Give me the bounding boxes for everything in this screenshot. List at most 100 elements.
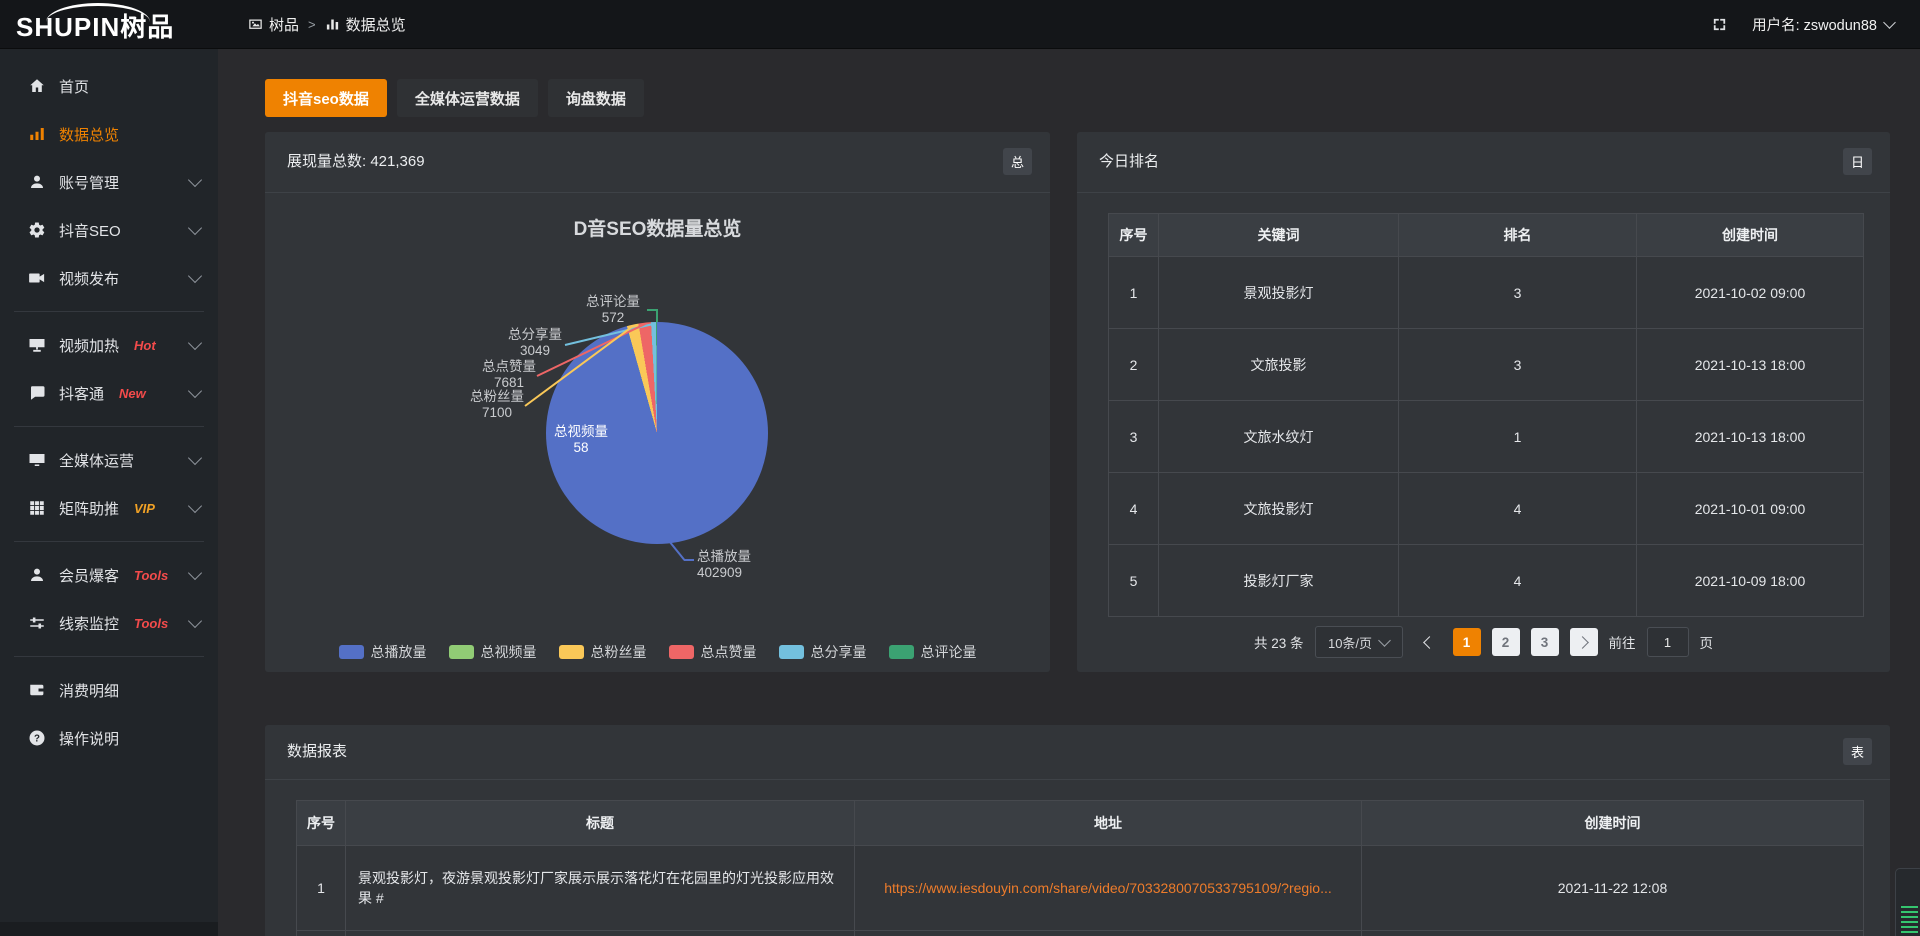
legend-item-plays[interactable]: 总播放量 [339, 642, 427, 662]
chevron-down-icon [188, 450, 202, 464]
floating-widget[interactable] [1895, 868, 1920, 936]
chevron-left-icon [1423, 636, 1436, 649]
pie-label-value: 3049 [503, 343, 567, 359]
sidebar-item-label: 线索监控 [59, 613, 119, 634]
table-row: 4 文旅投影灯 4 2021-10-01 09:00 [1109, 473, 1864, 545]
sidebar-item-doketong[interactable]: 抖客通 New [0, 369, 218, 417]
tools-badge: Tools [134, 568, 168, 583]
legend-item-shares[interactable]: 总分享量 [779, 642, 867, 662]
cell-created: 2021-10-09 18:00 [1637, 545, 1864, 617]
total-count-label: 共 23 条 [1254, 632, 1304, 652]
page-button-2[interactable]: 2 [1492, 628, 1520, 656]
chevron-down-icon [188, 220, 202, 234]
cell-index: 1 [1109, 257, 1159, 329]
sidebar-item-video-publish[interactable]: 视频发布 [0, 254, 218, 302]
legend-item-comments[interactable]: 总评论量 [889, 642, 977, 662]
cell-created: 2021-10-13 18:00 [1637, 329, 1864, 401]
cell-rank: 4 [1399, 473, 1637, 545]
cell-index: 3 [1109, 401, 1159, 473]
tab-inquiry[interactable]: 询盘数据 [548, 79, 644, 117]
legend-item-fans[interactable]: 总粉丝量 [559, 642, 647, 662]
sidebar-item-label: 视频加热 [59, 335, 119, 356]
sidebar-item-help[interactable]: ? 操作说明 [0, 714, 218, 762]
cell-index: 5 [1109, 545, 1159, 617]
sidebar-item-label: 视频发布 [59, 268, 119, 289]
next-page-button[interactable] [1570, 628, 1598, 656]
legend-label: 总粉丝量 [591, 642, 647, 662]
cell-keyword: 文旅投影 [1159, 329, 1399, 401]
table-row: 2 文旅投影 3 2021-10-13 18:00 [1109, 329, 1864, 401]
main-content: 抖音seo数据 全媒体运营数据 询盘数据 展现量总数: 421,369 总 D音… [218, 48, 1920, 936]
cell-index: 4 [1109, 473, 1159, 545]
sidebar-item-home[interactable]: 首页 [0, 62, 218, 110]
legend-label: 总点赞量 [701, 642, 757, 662]
sidebar-item-account[interactable]: 账号管理 [0, 158, 218, 206]
cell-created: 2021-10-13 18:00 [1637, 401, 1864, 473]
sidebar-item-label: 首页 [59, 76, 89, 97]
sliders-icon [28, 614, 46, 632]
sidebar-item-media-ops[interactable]: 全媒体运营 [0, 436, 218, 484]
cell-index: 2 [1109, 329, 1159, 401]
daily-toggle-button[interactable]: 日 [1843, 148, 1872, 175]
pie-label-name: 总分享量 [503, 327, 567, 343]
chart-legend: 总播放量 总视频量 总粉丝量 总点赞量 总分享量 总评论量 [265, 642, 1050, 662]
page-size-select[interactable]: 10条/页 [1315, 626, 1403, 658]
sidebar-item-label: 账号管理 [59, 172, 119, 193]
sidebar-item-spend-details[interactable]: 消费明细 [0, 666, 218, 714]
sidebar-item-label: 抖音SEO [59, 220, 121, 241]
pagination: 共 23 条 10条/页 1 2 3 前往 页 [1077, 626, 1890, 658]
breadcrumb-separator: > [308, 17, 316, 32]
pie-label-videos: 总视频量 58 [549, 424, 613, 456]
legend-swatch [339, 645, 364, 659]
cell-rank: 3 [1399, 257, 1637, 329]
pie-label-comments: 总评论量 572 [581, 294, 645, 326]
breadcrumb-root-label: 树品 [269, 14, 299, 35]
table-row: 1 景观投影灯 3 2021-10-02 09:00 [1109, 257, 1864, 329]
goto-page-input[interactable] [1647, 627, 1689, 657]
chevron-down-icon [188, 565, 202, 579]
cell-index [297, 931, 346, 936]
cell-title [346, 931, 855, 936]
cell-url [855, 931, 1362, 936]
goto-suffix-label: 页 [1700, 632, 1714, 652]
home-icon [28, 77, 46, 95]
sidebar-item-video-heat[interactable]: 视频加热 Hot [0, 321, 218, 369]
cell-rank: 1 [1399, 401, 1637, 473]
video-link[interactable]: https://www.iesdouyin.com/share/video/70… [884, 880, 1332, 896]
video-publish-icon [28, 269, 46, 287]
cell-index: 1 [297, 846, 346, 931]
page-button-3[interactable]: 3 [1531, 628, 1559, 656]
cell-created: 2021-10-01 09:00 [1637, 473, 1864, 545]
sidebar-item-lead-monitor[interactable]: 线索监控 Tools [0, 599, 218, 647]
tab-douyin-seo[interactable]: 抖音seo数据 [265, 79, 387, 117]
chevron-down-icon [188, 498, 202, 512]
legend-item-videos[interactable]: 总视频量 [449, 642, 537, 662]
user-menu[interactable]: 用户名: zswodun88 [1752, 14, 1894, 35]
breadcrumb: 树品 > 数据总览 [248, 14, 406, 35]
cell-title: 景观投影灯，夜游景观投影灯厂家展示展示落花灯在花园里的灯光投影应用效果 # [346, 846, 855, 931]
sidebar-footer-bar [0, 922, 218, 936]
breadcrumb-root[interactable]: 树品 [248, 14, 299, 35]
chevron-down-icon [1378, 634, 1391, 647]
col-keyword: 关键词 [1159, 214, 1399, 257]
sidebar-item-member-burst[interactable]: 会员爆客 Tools [0, 551, 218, 599]
fullscreen-icon[interactable] [1711, 16, 1728, 33]
cell-keyword: 文旅投影灯 [1159, 473, 1399, 545]
sidebar-item-matrix-boost[interactable]: 矩阵助推 VIP [0, 484, 218, 532]
sidebar-item-data-overview[interactable]: 数据总览 [0, 110, 218, 158]
tab-media-ops[interactable]: 全媒体运营数据 [397, 79, 538, 117]
today-ranking-panel: 今日排名 日 序号 关键词 排名 创建时间 1 景观投影灯 [1077, 132, 1890, 672]
col-rank: 排名 [1399, 214, 1637, 257]
sidebar-item-douyin-seo[interactable]: 抖音SEO [0, 206, 218, 254]
legend-item-likes[interactable]: 总点赞量 [669, 642, 757, 662]
page-button-1[interactable]: 1 [1453, 628, 1481, 656]
cell-rank: 3 [1399, 329, 1637, 401]
ranking-panel-title: 今日排名 [1099, 153, 1159, 170]
sidebar-divider [14, 656, 204, 657]
wallet-icon [28, 681, 46, 699]
cell-created: 2021-11-22 12:08 [1362, 846, 1864, 931]
prev-page-button[interactable] [1414, 628, 1442, 656]
table-toggle-button[interactable]: 表 [1843, 738, 1872, 765]
total-toggle-button[interactable]: 总 [1003, 148, 1032, 175]
bar-chart-icon [325, 17, 340, 32]
